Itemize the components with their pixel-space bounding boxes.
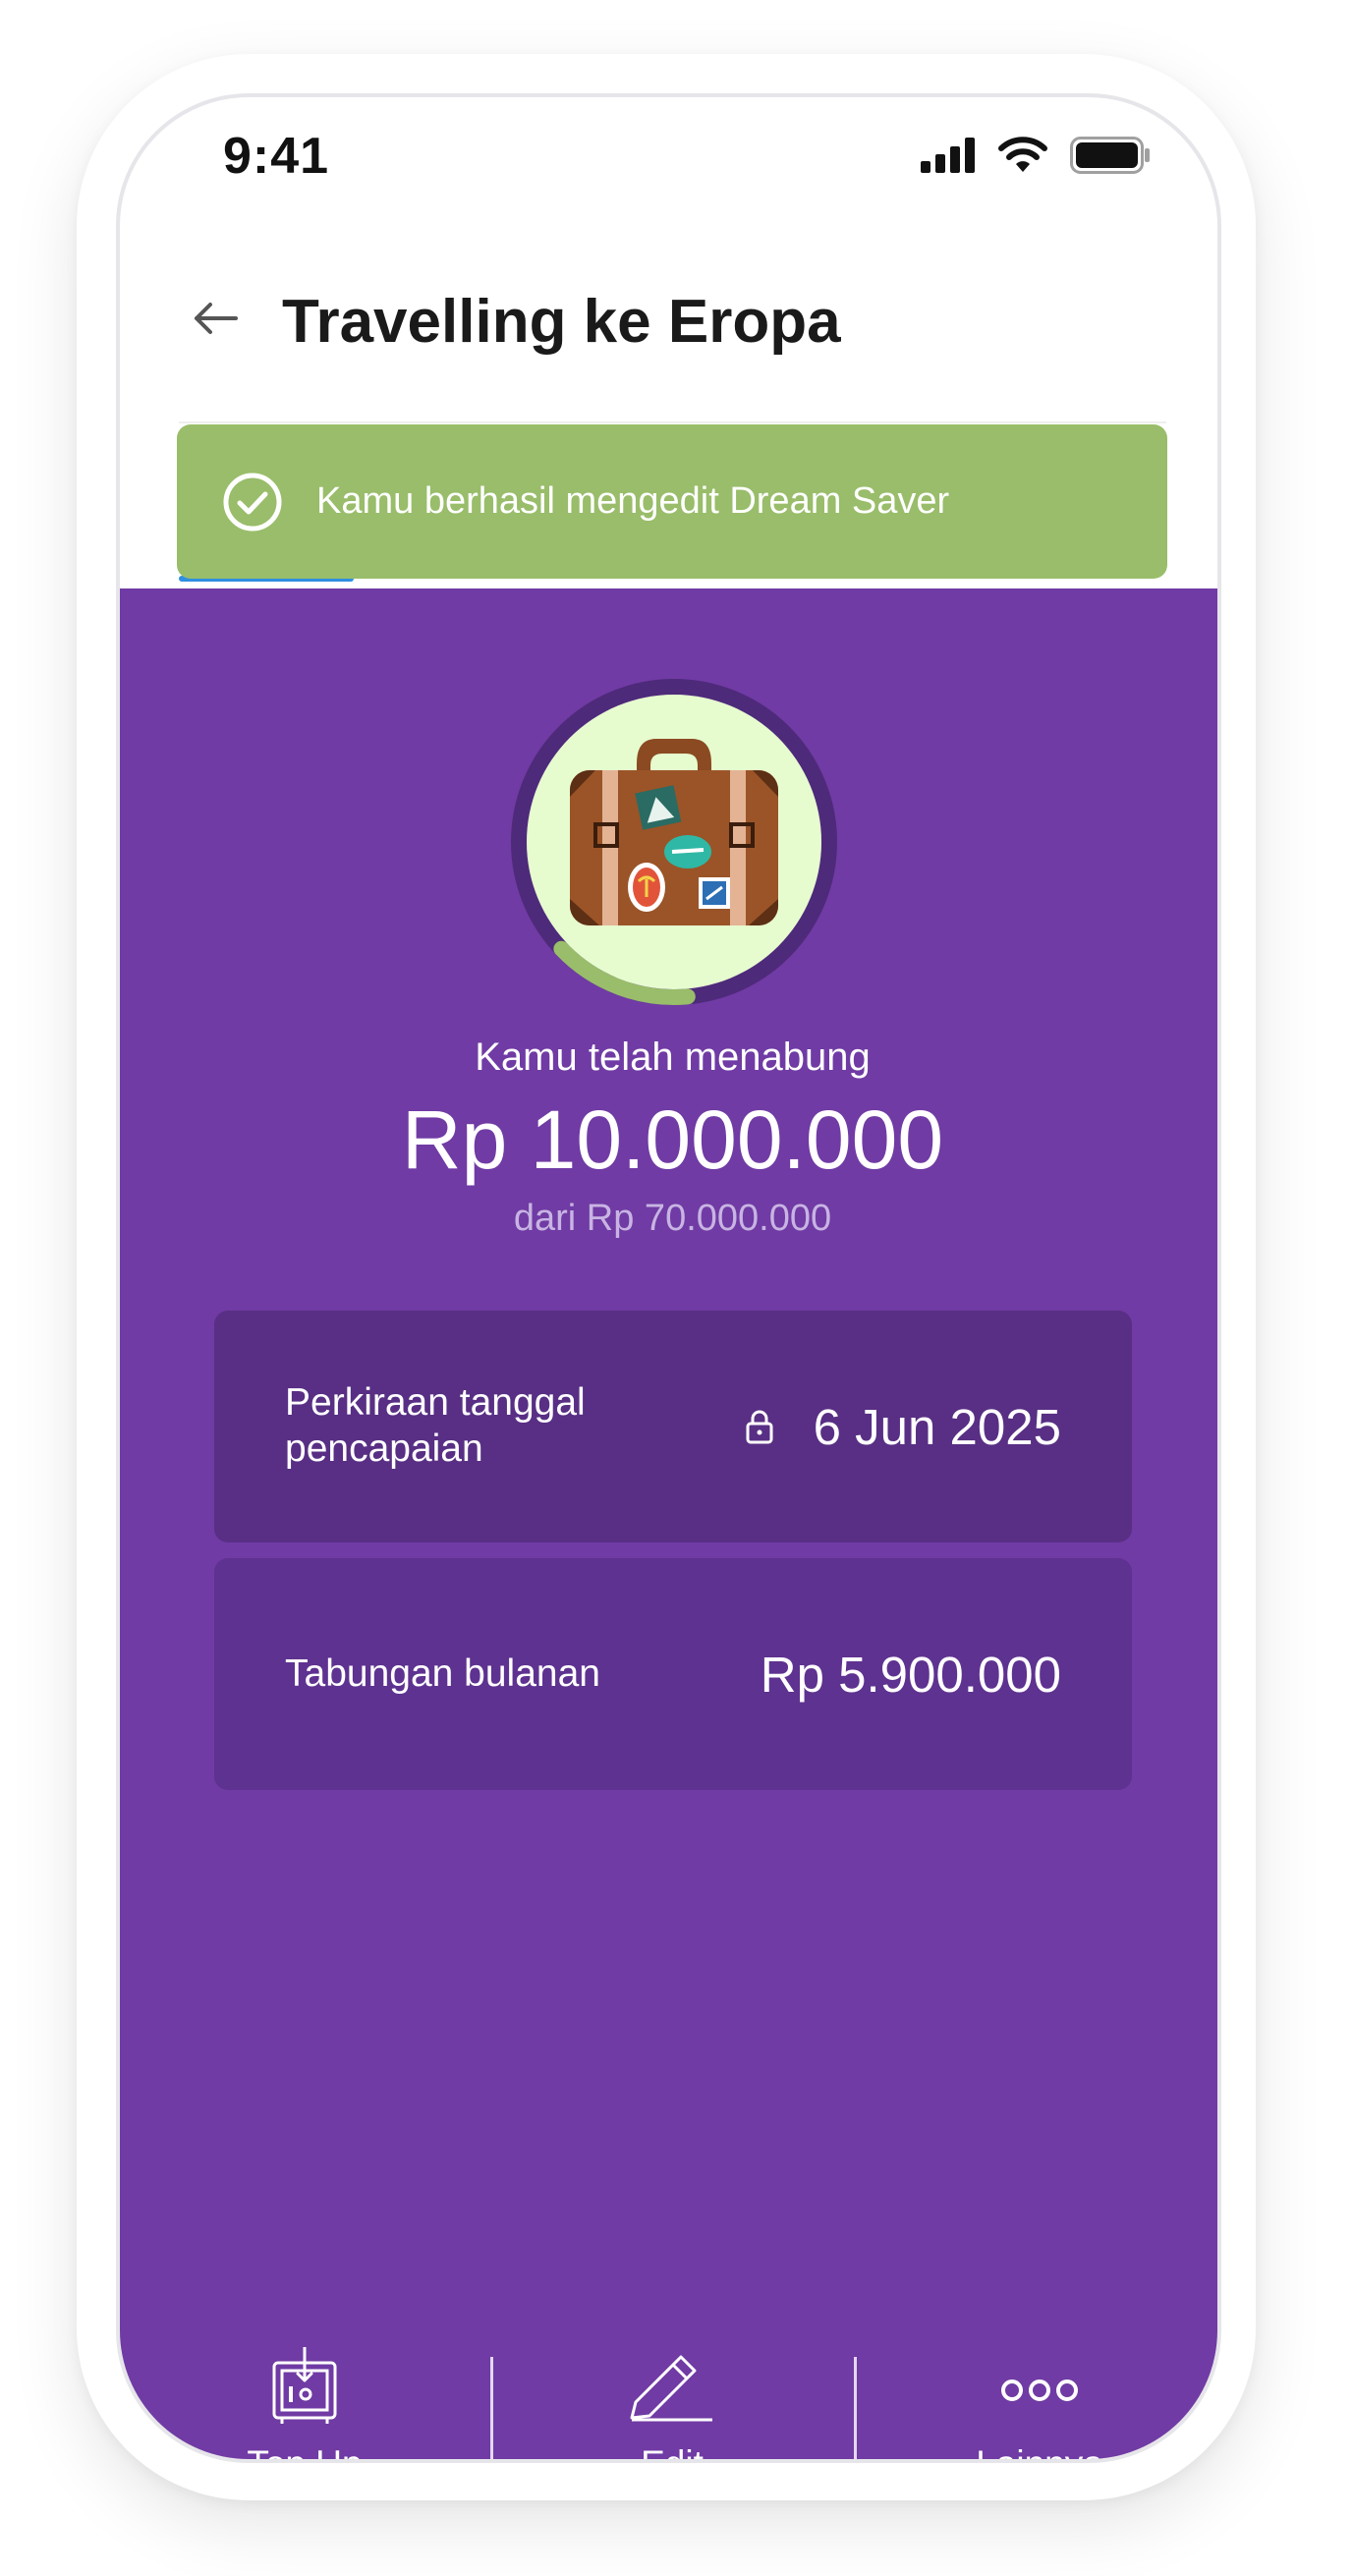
monthly-saving-label: Tabungan bulanan [285,1652,600,1695]
wifi-icon [998,137,1047,172]
more-button[interactable]: Lainnya [892,2347,1187,2459]
saved-label: Kamu telah menabung [475,1036,871,1079]
estimated-date-label-line1: Perkiraan tanggal [285,1381,586,1425]
monthly-saving-card: Tabungan bulanan Rp 5.900.000 [214,1558,1132,1790]
estimated-date-value: 6 Jun 2025 [813,1398,1061,1455]
cellular-signal-icon [921,138,975,173]
action-bar: Top Up Edit Lainnya [120,2347,1217,2459]
more-dots-icon [1001,2380,1078,2401]
edit-label: Edit [641,2443,704,2459]
page-title: Travelling ke Eropa [282,288,841,356]
pencil-icon [630,2355,712,2422]
status-icons [921,137,1151,174]
more-label: Lainnya [976,2443,1103,2459]
saved-amount: Rp 10.000.000 [401,1093,944,1186]
action-divider [490,2357,493,2459]
success-toast: Kamu berhasil mengedit Dream Saver [177,424,1167,579]
status-time: 9:41 [223,128,330,185]
safe-deposit-icon [272,2347,337,2424]
action-divider [854,2357,857,2459]
toast-message: Kamu berhasil mengedit Dream Saver [316,480,950,522]
header-divider [179,421,1166,423]
check-circle-icon [223,473,282,531]
goal-panel: Kamu telah menabung Rp 10.000.000 dari R… [120,588,1217,2459]
back-button[interactable] [181,289,250,348]
estimated-date-label-line2: pencapaian [285,1428,483,1470]
estimated-date-value-group: 6 Jun 2025 [745,1398,1061,1456]
arrow-left-icon [195,303,238,334]
estimated-date-card: Perkiraan tanggal pencapaian 6 Jun 2025 [214,1311,1132,1542]
top-up-button[interactable]: Top Up [157,2347,452,2459]
phone-screen: 9:41 Travelling ke Eropa Kamu berhasil m… [116,93,1221,2463]
goal-progress-ring [511,679,837,1005]
monthly-saving-value: Rp 5.900.000 [760,1646,1061,1703]
estimated-date-label: Perkiraan tanggal pencapaian [285,1380,586,1473]
battery-icon [1070,137,1150,174]
target-amount: dari Rp 70.000.000 [513,1198,832,1239]
edit-button[interactable]: Edit [525,2347,819,2459]
top-up-label: Top Up [247,2443,362,2459]
lock-icon [746,1410,773,1444]
